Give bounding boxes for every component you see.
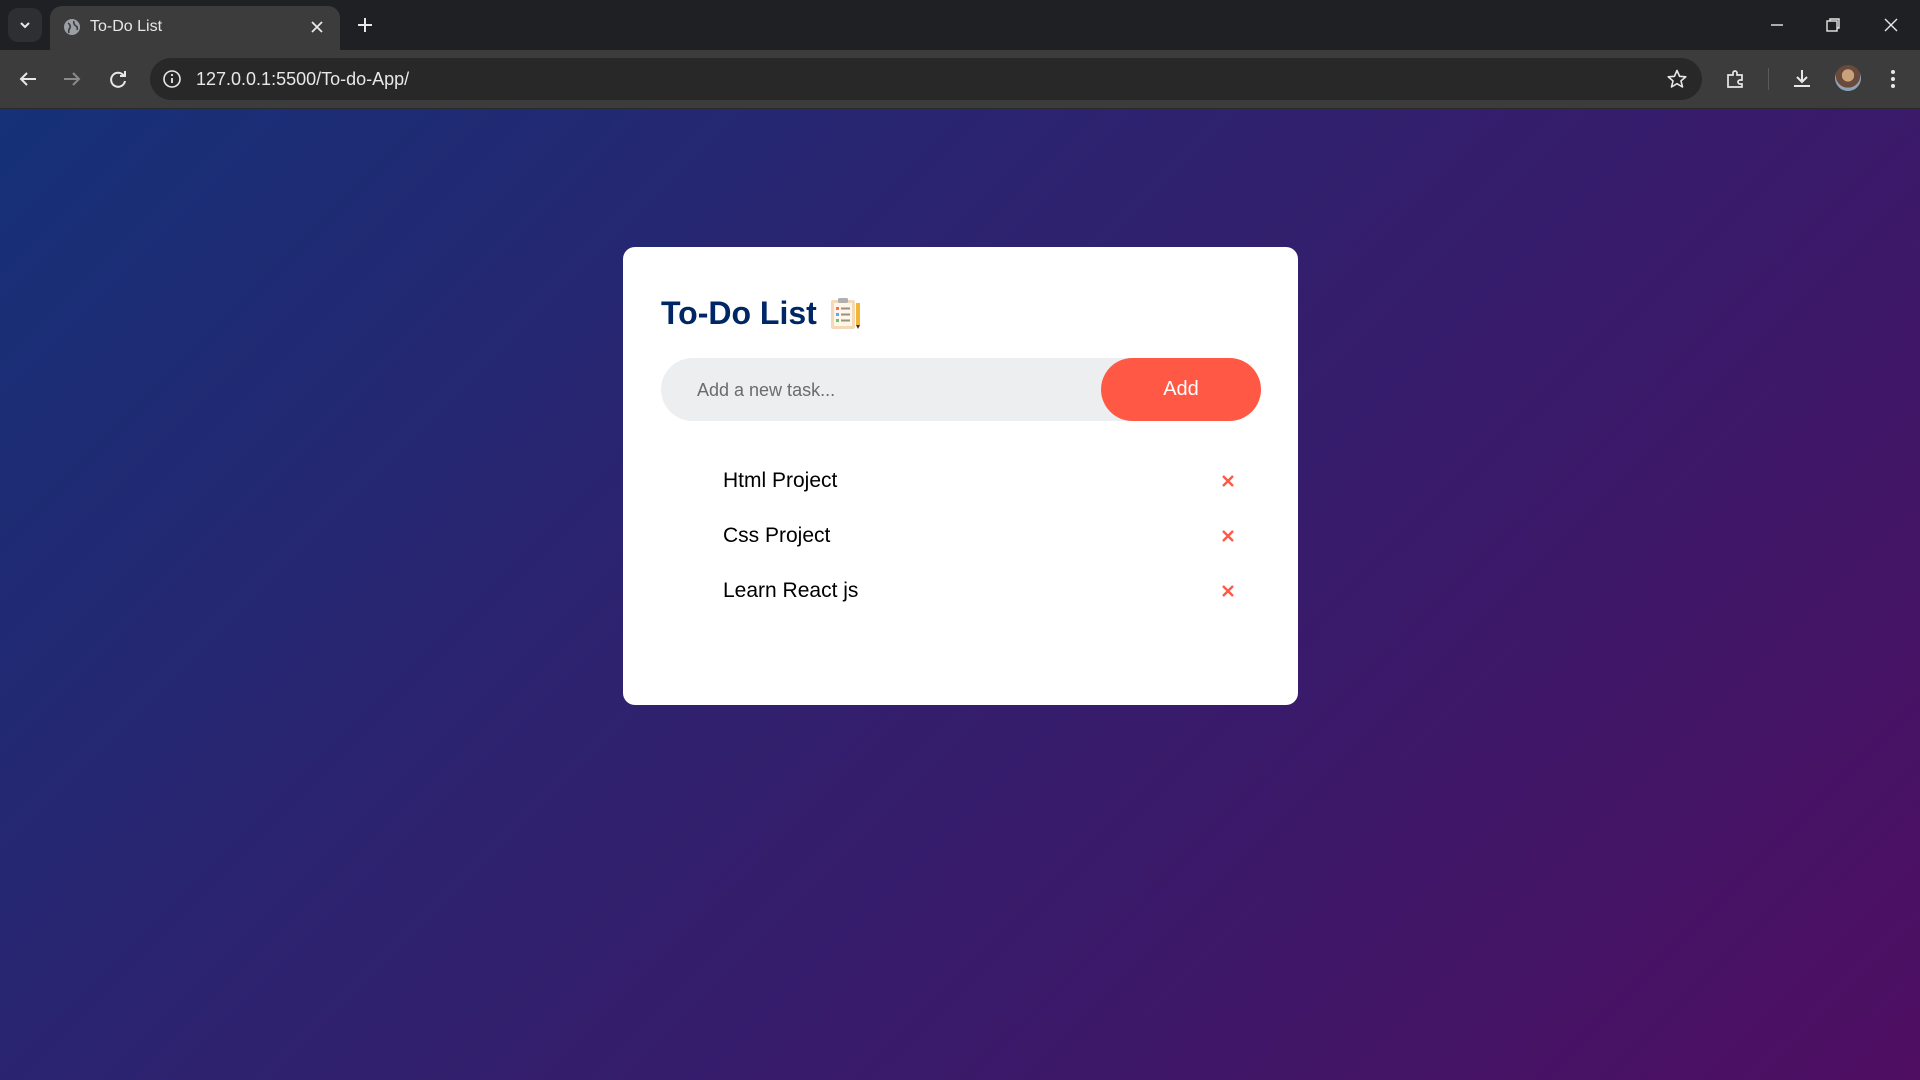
- close-icon[interactable]: [1218, 581, 1238, 601]
- task-item[interactable]: Html Project: [661, 453, 1261, 508]
- task-item[interactable]: Css Project: [661, 508, 1261, 563]
- new-tab-icon[interactable]: [354, 14, 376, 36]
- reload-icon[interactable]: [104, 65, 132, 93]
- tab-title: To-Do List: [90, 18, 163, 35]
- task-text: Learn React js: [723, 578, 859, 602]
- clipboard-checklist-icon: [830, 297, 860, 329]
- more-menu-icon[interactable]: [1880, 66, 1906, 92]
- chevron-down-icon: [20, 22, 30, 29]
- task-item[interactable]: Learn React js: [661, 563, 1261, 618]
- task-list: Html Project Css Project Learn React js: [661, 453, 1261, 618]
- close-window-icon[interactable]: [1878, 12, 1904, 38]
- tab-strip: To-Do List: [0, 0, 1920, 50]
- task-text: Html Project: [723, 468, 838, 492]
- extensions-puzzle-icon[interactable]: [1723, 66, 1749, 92]
- restore-icon[interactable]: [1820, 12, 1846, 38]
- task-input[interactable]: [661, 358, 1129, 423]
- back-arrow-icon[interactable]: [14, 65, 42, 93]
- close-tab-icon[interactable]: [308, 18, 326, 36]
- todo-card: To-Do List Add Html Project: [623, 247, 1298, 705]
- task-text: Css Project: [723, 523, 831, 547]
- tab-search-button[interactable]: [8, 8, 42, 42]
- site-info-icon[interactable]: [162, 69, 182, 89]
- toolbar-divider: [1768, 68, 1769, 90]
- page-viewport: To-Do List Add Html Project: [0, 109, 1920, 1080]
- globe-icon: [64, 19, 80, 35]
- browser-toolbar: 127.0.0.1:5500/To-do-App/: [0, 50, 1920, 109]
- forward-arrow-icon[interactable]: [58, 65, 86, 93]
- bookmark-star-icon[interactable]: [1666, 68, 1688, 90]
- profile-avatar[interactable]: [1835, 65, 1861, 91]
- add-task-button[interactable]: Add: [1101, 358, 1261, 421]
- close-icon[interactable]: [1218, 471, 1238, 491]
- close-icon[interactable]: [1218, 526, 1238, 546]
- address-bar[interactable]: 127.0.0.1:5500/To-do-App/: [150, 58, 1702, 100]
- browser-tab-active[interactable]: To-Do List: [50, 6, 340, 50]
- address-url: 127.0.0.1:5500/To-do-App/: [196, 69, 410, 89]
- app-title: To-Do List: [661, 295, 817, 331]
- download-icon[interactable]: [1789, 66, 1815, 92]
- add-task-row: Add: [661, 358, 1261, 423]
- minimize-icon[interactable]: [1764, 12, 1790, 38]
- app-title-row: To-Do List: [661, 295, 861, 332]
